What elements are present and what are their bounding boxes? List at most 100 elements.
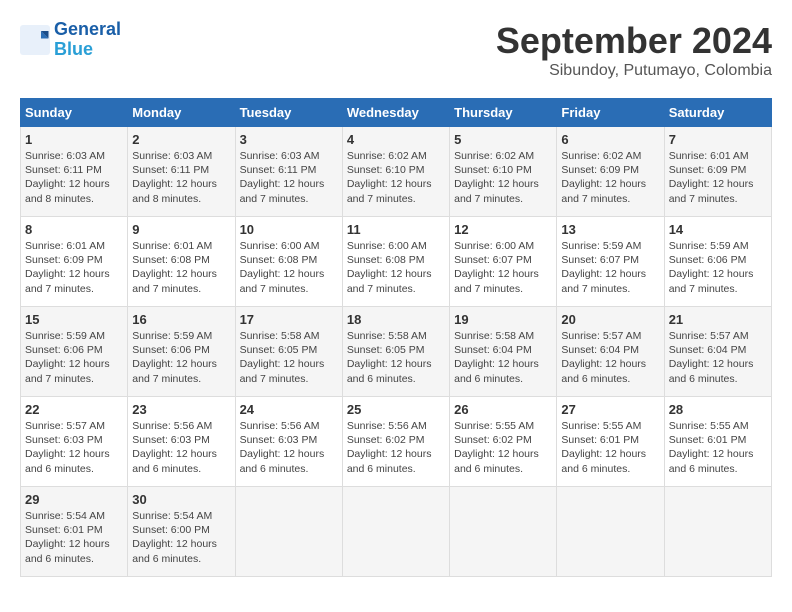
calendar-cell: 18 Sunrise: 5:58 AMSunset: 6:05 PMDaylig… — [342, 307, 449, 397]
day-info: Sunrise: 6:01 AMSunset: 6:09 PMDaylight:… — [25, 239, 123, 296]
day-info: Sunrise: 5:56 AMSunset: 6:03 PMDaylight:… — [240, 419, 338, 476]
day-info: Sunrise: 6:03 AMSunset: 6:11 PMDaylight:… — [132, 149, 230, 206]
weekday-header: Monday — [128, 99, 235, 127]
calendar-week-row: 8 Sunrise: 6:01 AMSunset: 6:09 PMDayligh… — [21, 217, 772, 307]
calendar-week-row: 22 Sunrise: 5:57 AMSunset: 6:03 PMDaylig… — [21, 397, 772, 487]
logo-icon — [20, 25, 50, 55]
calendar-cell: 15 Sunrise: 5:59 AMSunset: 6:06 PMDaylig… — [21, 307, 128, 397]
day-number: 8 — [25, 222, 123, 237]
calendar-cell: 16 Sunrise: 5:59 AMSunset: 6:06 PMDaylig… — [128, 307, 235, 397]
calendar-cell: 24 Sunrise: 5:56 AMSunset: 6:03 PMDaylig… — [235, 397, 342, 487]
calendar-cell: 17 Sunrise: 5:58 AMSunset: 6:05 PMDaylig… — [235, 307, 342, 397]
day-info: Sunrise: 5:55 AMSunset: 6:01 PMDaylight:… — [561, 419, 659, 476]
day-info: Sunrise: 6:00 AMSunset: 6:08 PMDaylight:… — [347, 239, 445, 296]
day-info: Sunrise: 5:59 AMSunset: 6:06 PMDaylight:… — [25, 329, 123, 386]
day-number: 1 — [25, 132, 123, 147]
day-number: 6 — [561, 132, 659, 147]
calendar-cell: 25 Sunrise: 5:56 AMSunset: 6:02 PMDaylig… — [342, 397, 449, 487]
day-number: 21 — [669, 312, 767, 327]
day-number: 16 — [132, 312, 230, 327]
calendar-cell: 1 Sunrise: 6:03 AMSunset: 6:11 PMDayligh… — [21, 127, 128, 217]
day-number: 22 — [25, 402, 123, 417]
day-info: Sunrise: 5:57 AMSunset: 6:04 PMDaylight:… — [561, 329, 659, 386]
day-info: Sunrise: 5:56 AMSunset: 6:02 PMDaylight:… — [347, 419, 445, 476]
day-info: Sunrise: 5:59 AMSunset: 6:06 PMDaylight:… — [132, 329, 230, 386]
calendar-cell: 20 Sunrise: 5:57 AMSunset: 6:04 PMDaylig… — [557, 307, 664, 397]
weekday-header: Wednesday — [342, 99, 449, 127]
day-number: 30 — [132, 492, 230, 507]
day-number: 27 — [561, 402, 659, 417]
calendar-cell: 11 Sunrise: 6:00 AMSunset: 6:08 PMDaylig… — [342, 217, 449, 307]
day-info: Sunrise: 5:58 AMSunset: 6:04 PMDaylight:… — [454, 329, 552, 386]
calendar-cell: 9 Sunrise: 6:01 AMSunset: 6:08 PMDayligh… — [128, 217, 235, 307]
title-section: September 2024 Sibundoy, Putumayo, Colom… — [496, 20, 772, 80]
day-number: 12 — [454, 222, 552, 237]
day-info: Sunrise: 5:57 AMSunset: 6:03 PMDaylight:… — [25, 419, 123, 476]
calendar-cell: 23 Sunrise: 5:56 AMSunset: 6:03 PMDaylig… — [128, 397, 235, 487]
day-info: Sunrise: 6:02 AMSunset: 6:09 PMDaylight:… — [561, 149, 659, 206]
day-info: Sunrise: 6:00 AMSunset: 6:07 PMDaylight:… — [454, 239, 552, 296]
calendar-cell: 6 Sunrise: 6:02 AMSunset: 6:09 PMDayligh… — [557, 127, 664, 217]
calendar-cell: 22 Sunrise: 5:57 AMSunset: 6:03 PMDaylig… — [21, 397, 128, 487]
calendar-week-row: 29 Sunrise: 5:54 AMSunset: 6:01 PMDaylig… — [21, 487, 772, 577]
day-info: Sunrise: 5:58 AMSunset: 6:05 PMDaylight:… — [347, 329, 445, 386]
calendar-cell: 10 Sunrise: 6:00 AMSunset: 6:08 PMDaylig… — [235, 217, 342, 307]
day-number: 20 — [561, 312, 659, 327]
calendar-cell: 14 Sunrise: 5:59 AMSunset: 6:06 PMDaylig… — [664, 217, 771, 307]
day-info: Sunrise: 6:02 AMSunset: 6:10 PMDaylight:… — [347, 149, 445, 206]
day-info: Sunrise: 6:03 AMSunset: 6:11 PMDaylight:… — [25, 149, 123, 206]
month-title: September 2024 — [496, 20, 772, 62]
weekday-header: Tuesday — [235, 99, 342, 127]
calendar-cell: 28 Sunrise: 5:55 AMSunset: 6:01 PMDaylig… — [664, 397, 771, 487]
calendar-cell — [342, 487, 449, 577]
day-number: 7 — [669, 132, 767, 147]
calendar-cell: 19 Sunrise: 5:58 AMSunset: 6:04 PMDaylig… — [450, 307, 557, 397]
day-info: Sunrise: 5:56 AMSunset: 6:03 PMDaylight:… — [132, 419, 230, 476]
calendar-cell: 26 Sunrise: 5:55 AMSunset: 6:02 PMDaylig… — [450, 397, 557, 487]
day-number: 9 — [132, 222, 230, 237]
day-number: 18 — [347, 312, 445, 327]
day-number: 11 — [347, 222, 445, 237]
day-info: Sunrise: 5:54 AMSunset: 6:00 PMDaylight:… — [132, 509, 230, 566]
calendar-cell: 29 Sunrise: 5:54 AMSunset: 6:01 PMDaylig… — [21, 487, 128, 577]
logo-text: General Blue — [54, 20, 121, 60]
calendar-cell — [664, 487, 771, 577]
day-number: 4 — [347, 132, 445, 147]
calendar-cell: 27 Sunrise: 5:55 AMSunset: 6:01 PMDaylig… — [557, 397, 664, 487]
day-info: Sunrise: 5:55 AMSunset: 6:02 PMDaylight:… — [454, 419, 552, 476]
day-number: 13 — [561, 222, 659, 237]
day-number: 29 — [25, 492, 123, 507]
weekday-header: Friday — [557, 99, 664, 127]
day-number: 26 — [454, 402, 552, 417]
day-number: 25 — [347, 402, 445, 417]
day-info: Sunrise: 5:54 AMSunset: 6:01 PMDaylight:… — [25, 509, 123, 566]
day-info: Sunrise: 6:01 AMSunset: 6:08 PMDaylight:… — [132, 239, 230, 296]
day-number: 17 — [240, 312, 338, 327]
day-number: 24 — [240, 402, 338, 417]
day-info: Sunrise: 5:59 AMSunset: 6:06 PMDaylight:… — [669, 239, 767, 296]
weekday-header-row: SundayMondayTuesdayWednesdayThursdayFrid… — [21, 99, 772, 127]
weekday-header: Sunday — [21, 99, 128, 127]
day-number: 5 — [454, 132, 552, 147]
day-number: 14 — [669, 222, 767, 237]
calendar-cell: 3 Sunrise: 6:03 AMSunset: 6:11 PMDayligh… — [235, 127, 342, 217]
calendar-cell: 8 Sunrise: 6:01 AMSunset: 6:09 PMDayligh… — [21, 217, 128, 307]
day-number: 3 — [240, 132, 338, 147]
calendar-week-row: 15 Sunrise: 5:59 AMSunset: 6:06 PMDaylig… — [21, 307, 772, 397]
day-info: Sunrise: 6:02 AMSunset: 6:10 PMDaylight:… — [454, 149, 552, 206]
calendar-cell: 21 Sunrise: 5:57 AMSunset: 6:04 PMDaylig… — [664, 307, 771, 397]
calendar-cell: 30 Sunrise: 5:54 AMSunset: 6:00 PMDaylig… — [128, 487, 235, 577]
day-number: 23 — [132, 402, 230, 417]
location-title: Sibundoy, Putumayo, Colombia — [496, 62, 772, 80]
day-info: Sunrise: 5:55 AMSunset: 6:01 PMDaylight:… — [669, 419, 767, 476]
weekday-header: Saturday — [664, 99, 771, 127]
day-info: Sunrise: 5:57 AMSunset: 6:04 PMDaylight:… — [669, 329, 767, 386]
day-info: Sunrise: 6:03 AMSunset: 6:11 PMDaylight:… — [240, 149, 338, 206]
day-number: 15 — [25, 312, 123, 327]
calendar-cell — [450, 487, 557, 577]
calendar-cell: 13 Sunrise: 5:59 AMSunset: 6:07 PMDaylig… — [557, 217, 664, 307]
day-info: Sunrise: 6:01 AMSunset: 6:09 PMDaylight:… — [669, 149, 767, 206]
day-number: 19 — [454, 312, 552, 327]
logo: General Blue — [20, 20, 121, 60]
calendar-week-row: 1 Sunrise: 6:03 AMSunset: 6:11 PMDayligh… — [21, 127, 772, 217]
